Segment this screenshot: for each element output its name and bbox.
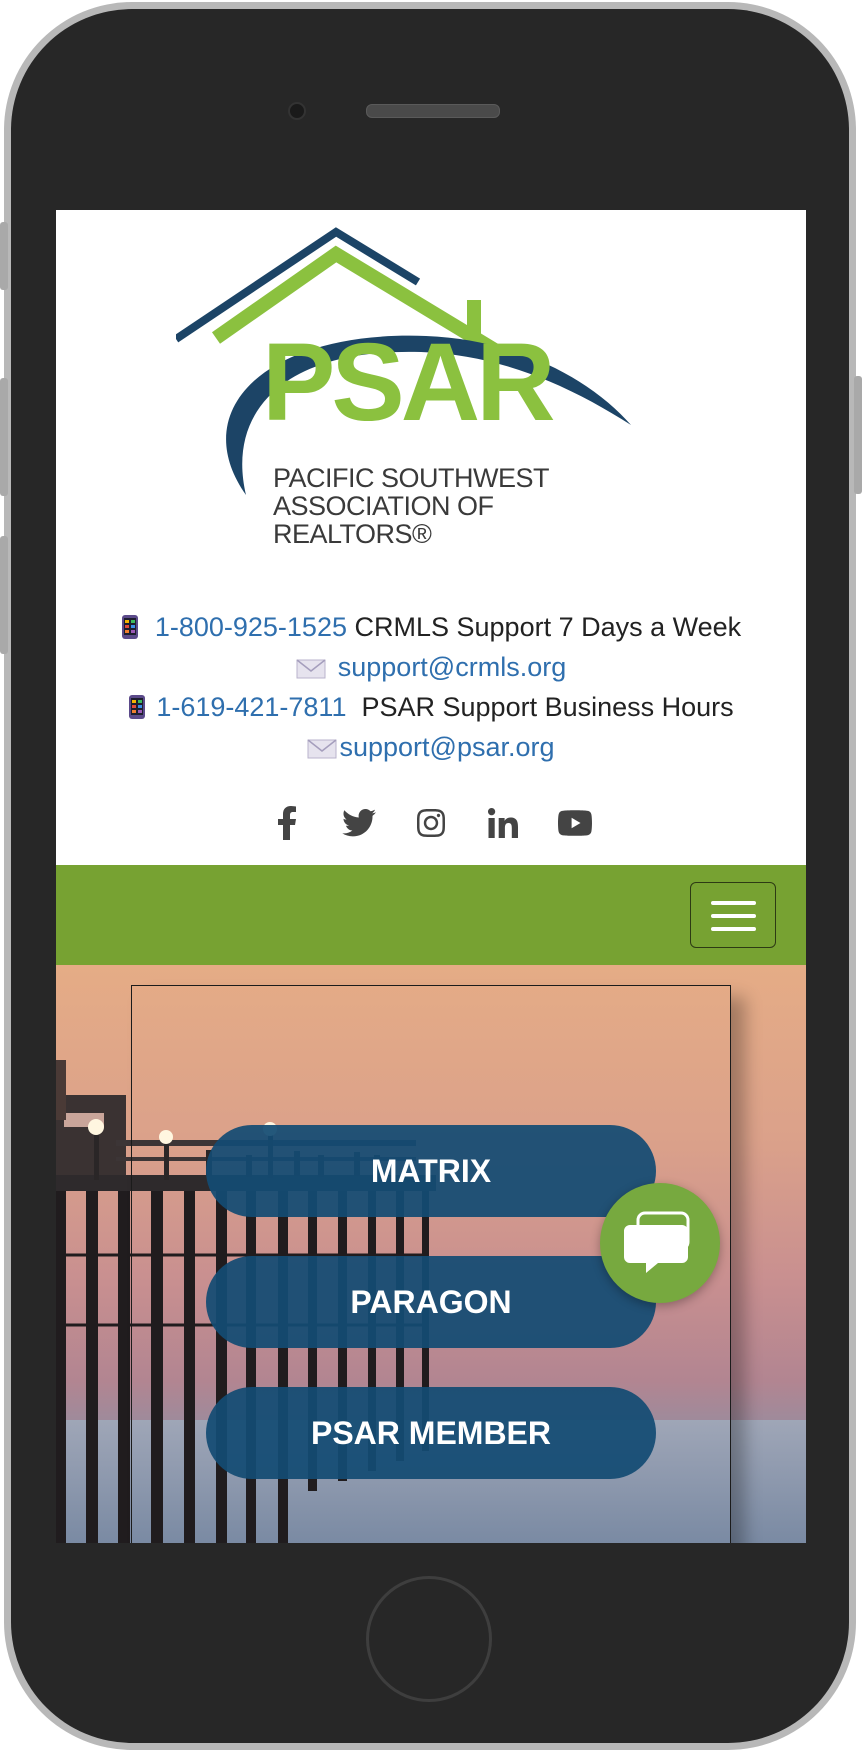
- psar-phone-row: 1-619-421-7811 PSAR Support Business Hou…: [56, 687, 806, 727]
- phone-side-button: [0, 222, 8, 290]
- chat-widget-button[interactable]: [600, 1183, 720, 1303]
- linkedin-icon[interactable]: [467, 800, 539, 846]
- psar-phone-link[interactable]: 1-619-421-7811: [156, 692, 346, 722]
- crmls-email-link[interactable]: support@crmls.org: [338, 652, 566, 682]
- device-screen: PSAR PACIFIC SOUTHWEST ASSOCIATION OF RE…: [56, 210, 806, 1543]
- envelope-icon: [307, 739, 337, 759]
- phone-side-button: [854, 376, 862, 494]
- hamburger-line: [711, 927, 756, 931]
- contact-info: 1-800-925-1525 CRMLS Support 7 Days a We…: [56, 607, 806, 767]
- matrix-button[interactable]: MATRIX: [206, 1125, 656, 1217]
- logo-tagline: PACIFIC SOUTHWEST ASSOCIATION OF REALTOR…: [273, 464, 653, 548]
- social-links: [56, 800, 806, 846]
- phone-home-button[interactable]: [366, 1576, 492, 1702]
- twitter-icon[interactable]: [323, 800, 395, 846]
- logo-line-1: PACIFIC SOUTHWEST: [273, 463, 550, 493]
- crmls-phone-link[interactable]: 1-800-925-1525: [155, 612, 347, 642]
- crmls-email-row: support@crmls.org: [56, 647, 806, 687]
- psar-support-text: PSAR Support Business Hours: [361, 692, 734, 722]
- psar-email-link[interactable]: support@psar.org: [339, 732, 554, 762]
- youtube-icon[interactable]: [539, 800, 611, 846]
- crmls-support-text: CRMLS Support 7 Days a Week: [354, 612, 742, 642]
- phone-speaker: [366, 104, 500, 118]
- hamburger-line: [711, 901, 756, 905]
- phone-camera: [288, 102, 306, 120]
- psar-member-button[interactable]: PSAR MEMBER: [206, 1387, 656, 1479]
- mobile-phone-icon: [121, 615, 138, 639]
- envelope-icon: [296, 659, 326, 679]
- instagram-icon[interactable]: [395, 800, 467, 846]
- main-navbar: [56, 865, 806, 965]
- svg-text:PSAR: PSAR: [262, 321, 554, 444]
- mobile-phone-icon: [129, 695, 146, 719]
- phone-side-button: [0, 536, 8, 654]
- crmls-phone-row: 1-800-925-1525 CRMLS Support 7 Days a We…: [56, 607, 806, 647]
- hamburger-line: [711, 914, 756, 918]
- phone-side-button: [0, 378, 8, 496]
- paragon-button[interactable]: PARAGON: [206, 1256, 656, 1348]
- menu-toggle-button[interactable]: [690, 882, 776, 948]
- logo-line-2: ASSOCIATION OF REALTORS®: [273, 491, 494, 549]
- psar-email-row: support@psar.org: [56, 727, 806, 767]
- facebook-icon[interactable]: [251, 800, 323, 846]
- chat-bubble-icon: [624, 1211, 690, 1273]
